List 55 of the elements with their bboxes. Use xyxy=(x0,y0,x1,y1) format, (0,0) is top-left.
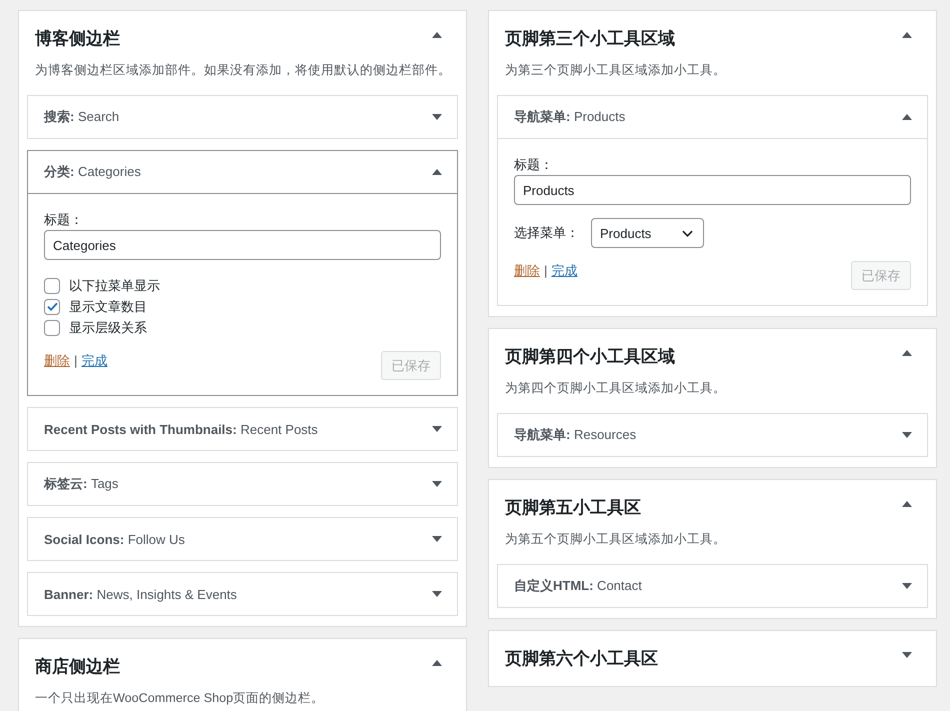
done-link[interactable]: 完成 xyxy=(81,351,108,371)
checkbox[interactable] xyxy=(44,278,60,294)
widget-title[interactable]: Social Icons: Follow Us xyxy=(44,532,185,546)
caret-up-icon[interactable] xyxy=(432,32,442,38)
link-separator: | xyxy=(74,352,78,370)
caret-up-icon[interactable] xyxy=(902,350,912,356)
checkbox-label: 以下拉菜单显示 xyxy=(69,276,160,294)
caret-up-icon[interactable] xyxy=(902,32,912,38)
widget-title[interactable]: Recent Posts with Thumbnails: Recent Posts xyxy=(44,422,318,436)
sidebar-description: 为第四个页脚小工具区域添加小工具。 xyxy=(505,380,727,397)
widget-title[interactable]: 导航菜单: Products xyxy=(514,108,626,126)
caret-down-icon[interactable] xyxy=(432,591,442,597)
caret-down-icon[interactable] xyxy=(432,536,442,542)
link-separator: | xyxy=(544,262,548,280)
caret-up-icon[interactable] xyxy=(432,660,442,666)
sidebar-title: 商店侧边栏 xyxy=(35,656,120,678)
widget-title[interactable]: 标签云: Tags xyxy=(44,475,118,493)
widget-title[interactable]: 自定义HTML: Contact xyxy=(514,577,642,595)
menu-select[interactable]: Products xyxy=(591,218,704,248)
field-label: 标题： xyxy=(514,156,554,174)
caret-down-icon[interactable] xyxy=(432,481,442,487)
sidebar-title: 博客侧边栏 xyxy=(35,28,120,50)
sidebar-title: 页脚第四个小工具区域 xyxy=(505,346,675,368)
sidebar-title: 页脚第六个小工具区 xyxy=(505,648,658,670)
caret-down-icon[interactable] xyxy=(902,583,912,589)
sidebar-description: 为第五个页脚小工具区域添加小工具。 xyxy=(505,531,727,548)
caret-down-icon[interactable] xyxy=(902,432,912,438)
chevron-down-icon xyxy=(682,230,693,236)
caret-down-icon[interactable] xyxy=(902,652,912,658)
sidebar-description: 一个只出现在WooCommerce Shop页面的侧边栏。 xyxy=(35,690,326,707)
caret-down-icon[interactable] xyxy=(432,114,442,120)
field-label: 选择菜单： xyxy=(514,224,579,242)
widget-title[interactable]: 搜索: Search xyxy=(44,108,120,126)
sidebar-title: 页脚第五小工具区 xyxy=(505,497,641,519)
checkmark-icon xyxy=(46,302,58,311)
widget-title[interactable]: Banner: News, Insights & Events xyxy=(44,586,237,602)
delete-link[interactable]: 删除 xyxy=(44,351,70,371)
checkbox-label: 显示文章数目 xyxy=(69,298,147,316)
title-input[interactable]: Products xyxy=(514,175,911,205)
done-link[interactable]: 完成 xyxy=(551,261,578,281)
checkbox-label: 显示层级关系 xyxy=(69,318,147,336)
field-label: 标题： xyxy=(44,211,84,229)
checkbox[interactable] xyxy=(44,320,60,336)
checkbox[interactable] xyxy=(44,298,60,314)
caret-down-icon[interactable] xyxy=(432,426,442,432)
sidebar-description: 为第三个页脚小工具区域添加小工具。 xyxy=(505,62,727,79)
sidebar-description: 为博客侧边栏区域添加部件。如果没有添加，将使用默认的侧边栏部件。 xyxy=(35,62,452,79)
caret-up-icon[interactable] xyxy=(902,501,912,507)
widget-title[interactable]: 导航菜单: Resources xyxy=(514,426,636,444)
delete-link[interactable]: 删除 xyxy=(514,261,540,281)
sidebar-title: 页脚第三个小工具区域 xyxy=(505,28,675,50)
caret-up-icon[interactable] xyxy=(432,169,442,175)
widget-title[interactable]: 分类: Categories xyxy=(44,163,141,181)
caret-up-icon[interactable] xyxy=(902,114,912,120)
title-input[interactable]: Categories xyxy=(44,230,441,260)
